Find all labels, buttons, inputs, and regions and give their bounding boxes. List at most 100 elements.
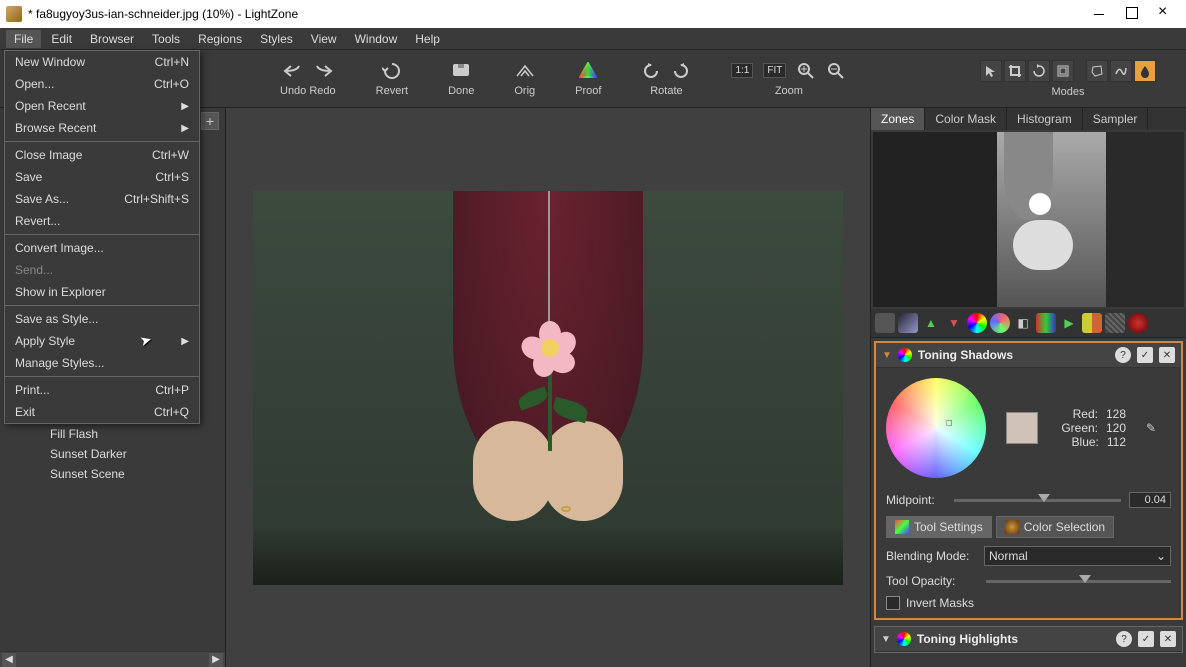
blending-select[interactable]: Normal ⌄	[984, 546, 1171, 566]
tab-sampler[interactable]: Sampler	[1083, 108, 1149, 130]
menu-show-in-explorer[interactable]: Show in Explorer	[5, 281, 199, 303]
invert-checkbox[interactable]	[886, 596, 900, 610]
tab-histogram[interactable]: Histogram	[1007, 108, 1083, 130]
mode-curve-icon[interactable]	[1110, 60, 1132, 82]
blending-label: Blending Mode:	[886, 549, 978, 563]
proof-label: Proof	[575, 85, 601, 97]
minimize-button[interactable]	[1094, 7, 1108, 21]
menu-close-image[interactable]: Close ImageCtrl+W	[5, 144, 199, 166]
effect-chip[interactable]: ▼	[944, 313, 964, 333]
hscrollbar[interactable]: ◀ ▶	[0, 651, 225, 667]
tools-panel: Zones Color Mask Histogram Sampler ▲ ▼ ◧…	[870, 108, 1186, 667]
rotate-right-icon[interactable]	[671, 61, 691, 81]
effect-chip[interactable]	[967, 313, 987, 333]
tool-proof[interactable]: Proof	[555, 50, 621, 107]
menu-file[interactable]: File	[6, 30, 41, 48]
menu-manage-styles[interactable]: Manage Styles...	[5, 352, 199, 374]
menu-open-recent[interactable]: Open Recent▶	[5, 95, 199, 117]
color-selection-tab[interactable]: Color Selection	[996, 516, 1114, 538]
effect-chip[interactable]: ▶	[1059, 313, 1079, 333]
enable-checkbox[interactable]: ✓	[1137, 347, 1153, 363]
effect-chip[interactable]	[990, 313, 1010, 333]
maximize-button[interactable]	[1126, 7, 1140, 21]
midpoint-value[interactable]: 0.04	[1129, 492, 1171, 508]
menu-print[interactable]: Print...Ctrl+P	[5, 379, 199, 401]
color-wheel[interactable]	[886, 378, 986, 478]
menu-help[interactable]: Help	[407, 30, 448, 48]
collapse-icon[interactable]: ▼	[881, 634, 891, 645]
effect-chip[interactable]	[898, 313, 918, 333]
style-item[interactable]: Sunset Scene	[0, 464, 225, 484]
zoom-11-button[interactable]: 1:1	[731, 63, 753, 78]
panel-header[interactable]: ▼ Toning Shadows ? ✓ ✕	[876, 343, 1181, 368]
menu-browse-recent[interactable]: Browse Recent▶	[5, 117, 199, 139]
mode-crop-icon[interactable]	[1004, 60, 1026, 82]
menu-exit[interactable]: ExitCtrl+Q	[5, 401, 199, 423]
tool-revert[interactable]: Revert	[356, 50, 428, 107]
effect-chip[interactable]	[875, 313, 895, 333]
panel-title: Toning Highlights	[917, 632, 1110, 646]
help-icon[interactable]: ?	[1116, 631, 1132, 647]
mode-drop-icon[interactable]	[1134, 60, 1156, 82]
mode-polygon-icon[interactable]	[1086, 60, 1108, 82]
mode-rotate-icon[interactable]	[1028, 60, 1050, 82]
right-tabs: Zones Color Mask Histogram Sampler	[871, 108, 1186, 130]
redo-icon[interactable]	[313, 61, 333, 81]
eyedropper-icon[interactable]: ✎	[1146, 421, 1156, 435]
tab-color-mask[interactable]: Color Mask	[925, 108, 1007, 130]
effect-chip[interactable]	[1036, 313, 1056, 333]
collapse-icon[interactable]: ▼	[882, 350, 892, 361]
midpoint-slider[interactable]	[954, 499, 1121, 502]
remove-icon[interactable]: ✕	[1159, 347, 1175, 363]
close-button[interactable]: ×	[1158, 7, 1172, 21]
proof-icon	[578, 61, 598, 81]
menu-open[interactable]: Open...Ctrl+O	[5, 73, 199, 95]
menu-new-window[interactable]: New WindowCtrl+N	[5, 51, 199, 73]
scroll-right-icon[interactable]: ▶	[209, 653, 223, 667]
zone-preview	[873, 132, 1184, 307]
effect-chip[interactable]	[1128, 313, 1148, 333]
style-item[interactable]: Fill Flash	[0, 424, 225, 444]
zoom-in-icon[interactable]	[796, 61, 816, 81]
zoom-out-icon[interactable]	[826, 61, 846, 81]
help-icon[interactable]: ?	[1115, 347, 1131, 363]
canvas-area[interactable]	[226, 108, 870, 667]
menu-view[interactable]: View	[303, 30, 345, 48]
menu-window[interactable]: Window	[347, 30, 406, 48]
add-style-button[interactable]: +	[201, 112, 219, 130]
style-item[interactable]: Sunset Darker	[0, 444, 225, 464]
menu-save-as[interactable]: Save As...Ctrl+Shift+S	[5, 188, 199, 210]
hue-icon	[897, 632, 911, 646]
effect-chip[interactable]	[1082, 313, 1102, 333]
menu-tools[interactable]: Tools	[144, 30, 188, 48]
menu-convert-image[interactable]: Convert Image...	[5, 237, 199, 259]
effect-chip[interactable]	[1105, 313, 1125, 333]
menu-apply-style[interactable]: Apply Style▶	[5, 330, 199, 352]
midpoint-label: Midpoint:	[886, 493, 946, 507]
mode-arrow-icon[interactable]	[980, 60, 1002, 82]
opacity-slider[interactable]	[986, 580, 1171, 583]
menu-edit[interactable]: Edit	[43, 30, 80, 48]
effect-chip[interactable]: ▲	[921, 313, 941, 333]
tab-zones[interactable]: Zones	[871, 108, 925, 130]
scroll-left-icon[interactable]: ◀	[2, 653, 16, 667]
enable-checkbox[interactable]: ✓	[1138, 631, 1154, 647]
remove-icon[interactable]: ✕	[1160, 631, 1176, 647]
mode-region-icon[interactable]	[1052, 60, 1074, 82]
menu-styles[interactable]: Styles	[252, 30, 301, 48]
menu-regions[interactable]: Regions	[190, 30, 250, 48]
tool-orig[interactable]: Orig	[494, 50, 555, 107]
panel-header[interactable]: ▼ Toning Highlights ? ✓ ✕	[875, 627, 1182, 652]
hue-icon	[898, 348, 912, 362]
tool-rotate: Rotate	[621, 50, 711, 107]
rotate-left-icon[interactable]	[641, 61, 661, 81]
zoom-fit-button[interactable]: FIT	[763, 63, 786, 78]
tool-settings-tab[interactable]: Tool Settings	[886, 516, 992, 538]
menu-save-as-style[interactable]: Save as Style...	[5, 308, 199, 330]
menu-revert[interactable]: Revert...	[5, 210, 199, 232]
menu-browser[interactable]: Browser	[82, 30, 142, 48]
menu-save[interactable]: SaveCtrl+S	[5, 166, 199, 188]
tool-done[interactable]: Done	[428, 50, 494, 107]
effect-chip[interactable]: ◧	[1013, 313, 1033, 333]
undo-icon[interactable]	[283, 61, 303, 81]
